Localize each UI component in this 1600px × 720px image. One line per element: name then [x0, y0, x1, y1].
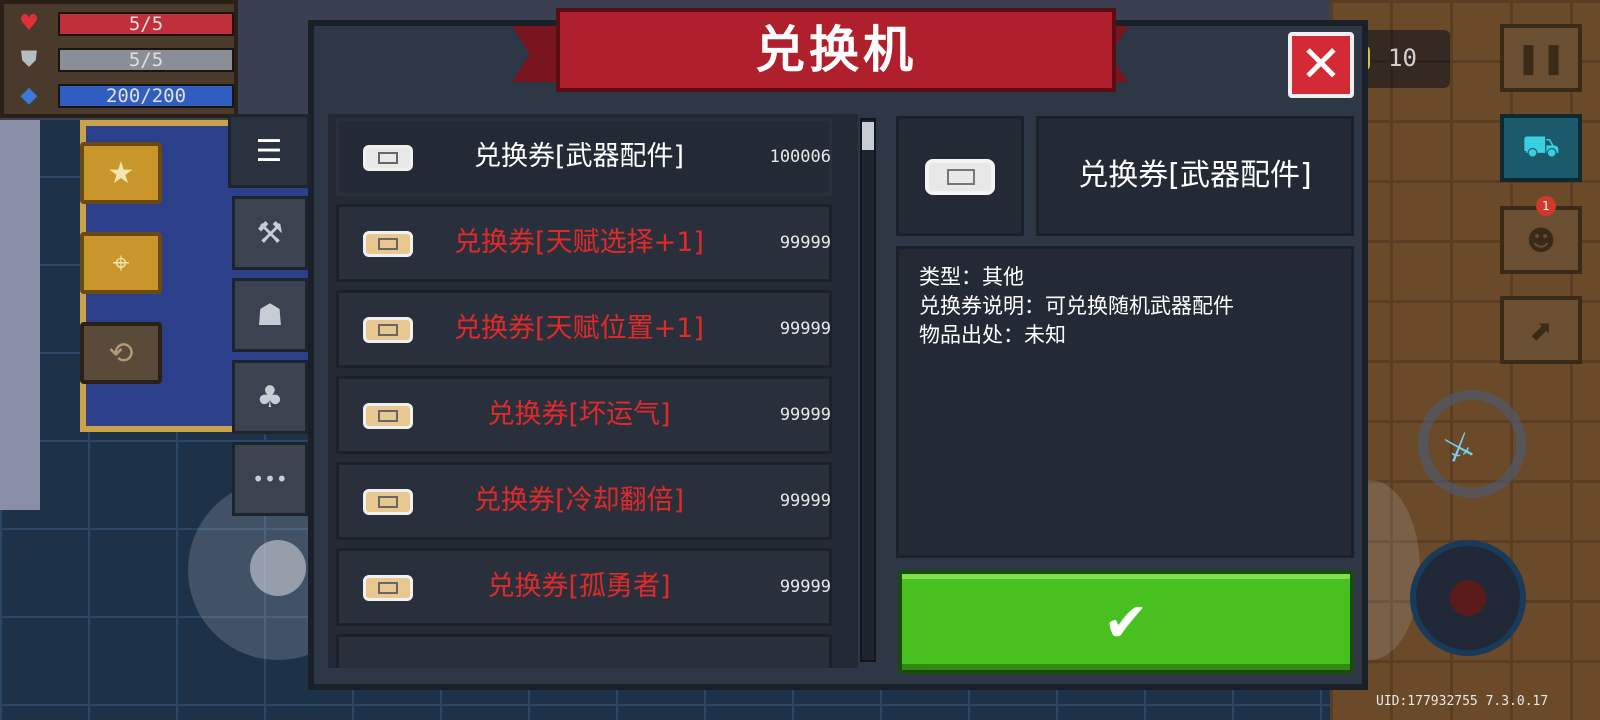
- item-name: 兑换券[孤勇者]: [487, 571, 671, 602]
- confirm-exchange-button[interactable]: ✔: [898, 570, 1354, 674]
- list-scrollbar[interactable]: [860, 118, 876, 662]
- tab-more[interactable]: •••: [232, 442, 308, 516]
- pause-button[interactable]: ❚❚: [1500, 24, 1582, 92]
- uid-version-label: UID:177932755 7.3.0.17: [1376, 694, 1549, 709]
- detail-description: 类型：其他 兑换券说明：可兑换随机武器配件 物品出处：未知: [896, 246, 1354, 558]
- checkmark-icon: ✔: [1103, 590, 1149, 654]
- player-stats-panel: ♥ 5/5 ⛊ 5/5 ◆ 200/200: [0, 0, 238, 118]
- ticket-icon: [363, 317, 413, 343]
- exit-button[interactable]: ⬈: [1500, 296, 1582, 364]
- map-location-button[interactable]: ⌖: [80, 232, 162, 294]
- tab-plants[interactable]: ♣: [232, 360, 308, 434]
- list-item[interactable]: [336, 634, 832, 668]
- close-icon: ✕: [1300, 35, 1342, 93]
- dialog-title: 兑换机: [556, 8, 1116, 92]
- detail-desc: 兑换券说明：可兑换随机武器配件: [919, 294, 1234, 318]
- list-icon: ☰: [255, 133, 283, 169]
- character-skill-icon: [1450, 580, 1486, 616]
- weapon-icon: ⚒: [256, 215, 284, 251]
- list-item[interactable]: 兑换券[天赋选择+1] 99999: [336, 204, 832, 282]
- heart-icon: ♥: [19, 11, 39, 36]
- shield-icon: ⛊: [20, 47, 38, 72]
- game-pillar: [0, 120, 40, 510]
- swap-icon: ⟲: [108, 335, 134, 371]
- energy-row: ◆ 200/200: [12, 82, 234, 110]
- armor-row: ⛊ 5/5: [12, 46, 234, 74]
- item-name: 兑换券[武器配件]: [473, 141, 685, 172]
- coin-count: 10: [1388, 44, 1417, 72]
- list-item[interactable]: 兑换券[孤勇者] 99999: [336, 548, 832, 626]
- buff-star-button[interactable]: ★: [80, 142, 162, 204]
- location-pin-icon: ⌖: [112, 245, 130, 281]
- item-count: 99999: [779, 577, 831, 597]
- detail-item-name: 兑换券[武器配件]: [1036, 116, 1354, 236]
- armor-bar: 5/5: [58, 48, 234, 72]
- ticket-icon: [363, 145, 413, 171]
- joystick-knob[interactable]: [250, 540, 306, 596]
- item-count: 99999: [779, 491, 831, 511]
- energy-bar: 200/200: [58, 84, 234, 108]
- notification-badge: 1: [1536, 196, 1556, 216]
- plant-icon: ♣: [256, 379, 284, 415]
- swap-button[interactable]: ⟲: [80, 322, 162, 384]
- tab-all-list[interactable]: ☰: [228, 114, 310, 188]
- list-item[interactable]: 兑换券[坏运气] 99999: [336, 376, 832, 454]
- scrollbar-thumb[interactable]: [862, 122, 874, 150]
- item-count: 99999: [779, 319, 831, 339]
- star-icon: ★: [107, 155, 135, 191]
- user-card-icon: ☻: [1526, 223, 1556, 257]
- health-bar: 5/5: [58, 12, 234, 36]
- detail-type: 类型：其他: [919, 265, 1024, 289]
- item-name: 兑换券[坏运气]: [487, 399, 671, 430]
- ticket-icon: [363, 575, 413, 601]
- health-row: ♥ 5/5: [12, 10, 234, 38]
- item-name: 兑换券[天赋选择+1]: [454, 227, 704, 258]
- shop-cart-button[interactable]: ⛟: [1500, 114, 1582, 182]
- detail-source: 物品出处：未知: [919, 323, 1066, 347]
- detail-item-icon-box: [896, 116, 1024, 236]
- pause-icon: ❚❚: [1515, 40, 1567, 76]
- list-item[interactable]: 兑换券[武器配件] 100006: [336, 118, 832, 196]
- energy-diamond-icon: ◆: [20, 83, 38, 108]
- ticket-list[interactable]: 兑换券[武器配件] 100006 兑换券[天赋选择+1] 99999 兑换券[天…: [328, 114, 858, 668]
- tab-talents[interactable]: ☗: [232, 278, 308, 352]
- ticket-icon: [363, 403, 413, 429]
- more-icon: •••: [252, 467, 288, 491]
- talent-icon: ☗: [256, 297, 284, 333]
- item-name: 兑换券[冷却翻倍]: [473, 485, 685, 516]
- item-count: 100006: [769, 147, 831, 167]
- ticket-icon: [363, 231, 413, 257]
- item-name: 兑换券[天赋位置+1]: [454, 313, 704, 344]
- cart-icon: ⛟: [1522, 128, 1560, 164]
- ticket-icon: [363, 489, 413, 515]
- close-button[interactable]: ✕: [1288, 32, 1354, 98]
- profile-button[interactable]: ☻: [1500, 206, 1582, 274]
- stairs-icon: ⬈: [1529, 313, 1553, 347]
- ticket-large-icon: [925, 159, 995, 195]
- item-count: 99999: [779, 405, 831, 425]
- list-item[interactable]: 兑换券[冷却翻倍] 99999: [336, 462, 832, 540]
- tab-weapons[interactable]: ⚒: [232, 196, 308, 270]
- list-item[interactable]: 兑换券[天赋位置+1] 99999: [336, 290, 832, 368]
- item-count: 99999: [779, 233, 831, 253]
